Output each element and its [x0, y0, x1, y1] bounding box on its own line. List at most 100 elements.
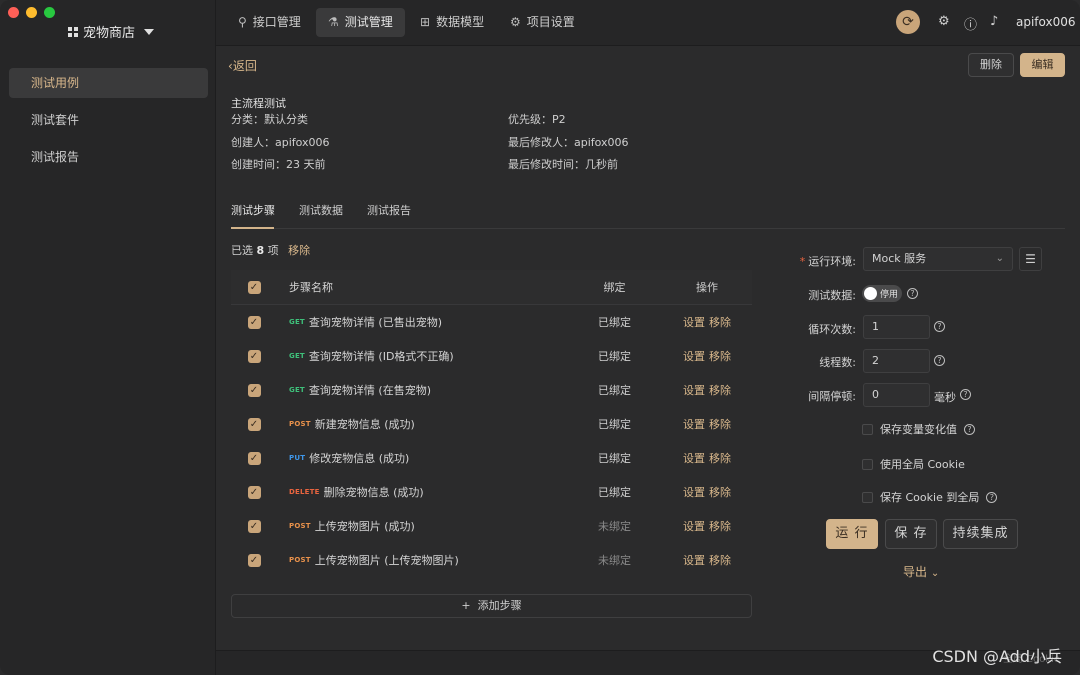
- settings-icon[interactable]: ⚙: [938, 14, 950, 29]
- back-link[interactable]: ‹返回: [228, 57, 257, 74]
- step-name-cell[interactable]: POST 上传宠物图片 (上传宠物图片): [277, 552, 567, 568]
- row-ops: 设置 移除: [662, 348, 752, 364]
- help-icon[interactable]: ?: [964, 423, 975, 435]
- delete-button[interactable]: 删除: [968, 53, 1014, 77]
- header-ops: 操作: [696, 281, 718, 294]
- bell-icon[interactable]: ♪: [990, 14, 998, 29]
- global-cookie-checkbox[interactable]: [862, 458, 873, 470]
- help-icon[interactable]: ?: [907, 288, 918, 299]
- interval-input[interactable]: 0: [863, 383, 930, 407]
- step-name-cell[interactable]: DELETE 删除宠物信息 (成功): [277, 484, 567, 500]
- tab-project-settings[interactable]: ⚙ 项目设置: [498, 8, 587, 37]
- table-row[interactable]: ✓ POST 上传宠物图片 (成功) 未绑定 设置 移除: [231, 509, 752, 543]
- save-vars-checkbox[interactable]: [862, 423, 873, 435]
- row-remove-button[interactable]: 移除: [709, 554, 731, 567]
- row-remove-button[interactable]: 移除: [709, 316, 731, 329]
- sidebar-item-test-suites[interactable]: 测试套件: [9, 105, 208, 135]
- add-step-button[interactable]: + 添加步骤: [231, 594, 752, 618]
- env-list-button[interactable]: ☰: [1019, 247, 1042, 271]
- save-cookie-option[interactable]: 保存 Cookie 到全局 ?: [862, 489, 998, 505]
- caret-down-icon: [144, 28, 155, 35]
- help-icon[interactable]: ?: [934, 355, 945, 366]
- row-remove-button[interactable]: 移除: [709, 384, 731, 397]
- subtab-test-reports[interactable]: 测试报告: [367, 202, 411, 218]
- step-name-cell[interactable]: POST 新建宠物信息 (成功): [277, 416, 567, 432]
- interval-unit: 毫秒: [934, 391, 956, 404]
- ci-button[interactable]: 持续集成: [943, 519, 1018, 549]
- step-name-cell[interactable]: GET 查询宠物详情 (ID格式不正确): [277, 348, 567, 364]
- sync-button[interactable]: ⟳: [896, 10, 920, 34]
- test-data-toggle[interactable]: 停用: [862, 285, 902, 302]
- threads-input[interactable]: 2: [863, 349, 930, 373]
- env-select[interactable]: Mock 服务 ⌄: [863, 247, 1013, 271]
- table-row[interactable]: ✓ GET 查询宠物详情 (ID格式不正确) 已绑定 设置 移除: [231, 339, 752, 373]
- step-name: 查询宠物详情 (在售宠物): [308, 384, 431, 397]
- sidebar-item-test-reports[interactable]: 测试报告: [9, 142, 208, 172]
- table-header: ✓ 步骤名称 绑定 操作: [231, 270, 752, 305]
- table-row[interactable]: ✓ POST 新建宠物信息 (成功) 已绑定 设置 移除: [231, 407, 752, 441]
- table-row[interactable]: ✓ DELETE 删除宠物信息 (成功) 已绑定 设置 移除: [231, 475, 752, 509]
- row-settings-button[interactable]: 设置: [683, 520, 705, 533]
- row-checkbox[interactable]: ✓: [247, 383, 261, 397]
- row-remove-button[interactable]: 移除: [709, 418, 731, 431]
- header-step-name: 步骤名称: [289, 281, 333, 294]
- row-checkbox[interactable]: ✓: [247, 451, 261, 465]
- step-name: 查询宠物详情 (已售出宠物): [308, 316, 442, 329]
- sidebar: 宠物商店 测试用例 测试套件 测试报告: [0, 0, 216, 675]
- row-checkbox[interactable]: ✓: [247, 553, 261, 567]
- close-window-button[interactable]: [8, 7, 19, 18]
- row-checkbox[interactable]: ✓: [247, 519, 261, 533]
- row-settings-button[interactable]: 设置: [683, 452, 705, 465]
- loop-count-input[interactable]: 1: [863, 315, 930, 339]
- table-row[interactable]: ✓ POST 上传宠物图片 (上传宠物图片) 未绑定 设置 移除: [231, 543, 752, 577]
- row-remove-button[interactable]: 移除: [709, 452, 731, 465]
- row-settings-button[interactable]: 设置: [683, 554, 705, 567]
- subtab-test-data[interactable]: 测试数据: [299, 202, 343, 218]
- step-name-cell[interactable]: PUT 修改宠物信息 (成功): [277, 450, 567, 466]
- save-vars-option[interactable]: 保存变量变化值 ?: [862, 421, 975, 437]
- row-settings-button[interactable]: 设置: [683, 486, 705, 499]
- step-name-cell[interactable]: GET 查询宠物详情 (已售出宠物): [277, 314, 567, 330]
- bind-status: 未绑定: [598, 520, 631, 533]
- row-checkbox[interactable]: ✓: [247, 417, 261, 431]
- save-cookie-checkbox[interactable]: [862, 491, 873, 503]
- sidebar-item-test-cases[interactable]: 测试用例: [9, 68, 208, 98]
- project-switcher[interactable]: 宠物商店: [68, 22, 155, 41]
- remove-selected-button[interactable]: 移除: [288, 244, 310, 257]
- row-remove-button[interactable]: 移除: [709, 486, 731, 499]
- help-icon[interactable]: ?: [986, 491, 998, 503]
- row-settings-button[interactable]: 设置: [683, 350, 705, 363]
- row-remove-button[interactable]: 移除: [709, 520, 731, 533]
- chevron-down-icon: ⌄: [930, 568, 940, 579]
- http-method-badge: GET: [289, 386, 305, 394]
- help-icon[interactable]: ?: [934, 321, 945, 332]
- tab-api-management[interactable]: ⚲ 接口管理: [226, 8, 313, 37]
- tab-test-management[interactable]: ⚗ 测试管理: [316, 8, 405, 37]
- step-name-cell[interactable]: GET 查询宠物详情 (在售宠物): [277, 382, 567, 398]
- step-name-cell[interactable]: POST 上传宠物图片 (成功): [277, 518, 567, 534]
- minimize-window-button[interactable]: [26, 7, 37, 18]
- export-button[interactable]: 导出 ⌄: [903, 563, 939, 580]
- edit-button[interactable]: 编辑: [1020, 53, 1065, 77]
- table-row[interactable]: ✓ GET 查询宠物详情 (在售宠物) 已绑定 设置 移除: [231, 373, 752, 407]
- subtab-test-steps[interactable]: 测试步骤: [231, 202, 275, 218]
- save-button[interactable]: 保 存: [885, 519, 937, 549]
- user-name[interactable]: apifox006: [1016, 15, 1076, 29]
- help-icon[interactable]: ⓘ: [964, 14, 977, 33]
- maximize-window-button[interactable]: [44, 7, 55, 18]
- table-row[interactable]: ✓ PUT 修改宠物信息 (成功) 已绑定 设置 移除: [231, 441, 752, 475]
- row-settings-button[interactable]: 设置: [683, 384, 705, 397]
- row-checkbox[interactable]: ✓: [247, 315, 261, 329]
- global-cookie-option[interactable]: 使用全局 Cookie: [862, 456, 965, 472]
- row-remove-button[interactable]: 移除: [709, 350, 731, 363]
- required-mark: *: [799, 255, 806, 268]
- help-icon[interactable]: ?: [960, 389, 971, 400]
- row-settings-button[interactable]: 设置: [683, 418, 705, 431]
- row-settings-button[interactable]: 设置: [683, 316, 705, 329]
- row-checkbox[interactable]: ✓: [247, 349, 261, 363]
- table-row[interactable]: ✓ GET 查询宠物详情 (已售出宠物) 已绑定 设置 移除: [231, 305, 752, 339]
- row-checkbox[interactable]: ✓: [247, 485, 261, 499]
- tab-data-model[interactable]: ⊞ 数据模型: [408, 8, 496, 37]
- run-button[interactable]: 运 行: [826, 519, 878, 549]
- select-all-checkbox[interactable]: ✓: [247, 280, 261, 294]
